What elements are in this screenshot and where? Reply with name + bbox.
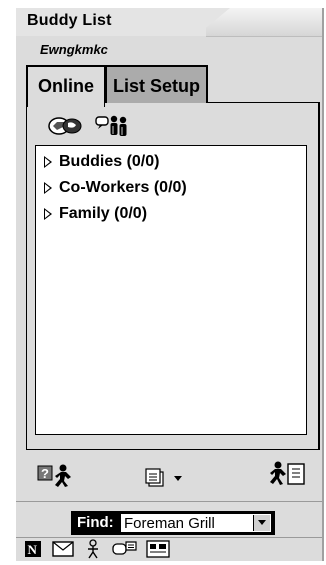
find-value: Foreman Grill	[124, 515, 215, 532]
expand-triangle-icon[interactable]	[44, 156, 52, 168]
group-label: Co-Workers (0/0)	[59, 179, 187, 196]
away-message-icon[interactable]	[266, 460, 308, 488]
window-title: Buddy List	[27, 12, 112, 29]
mail-icon[interactable]	[52, 541, 74, 557]
dropdown-arrow-icon[interactable]	[253, 515, 270, 531]
group-family[interactable]: Family (0/0)	[44, 202, 147, 226]
buddy-list-tree[interactable]: Buddies (0/0) Co-Workers (0/0) Family (0…	[35, 145, 307, 435]
group-buddies[interactable]: Buddies (0/0)	[44, 150, 159, 174]
title-tab-tail	[196, 8, 230, 36]
sign-on-icon[interactable]	[146, 540, 170, 558]
find-label: Find:	[77, 514, 114, 531]
buddy-icon[interactable]	[84, 539, 102, 559]
title-bar[interactable]: Buddy List	[16, 8, 322, 37]
expand-triangle-icon[interactable]	[44, 182, 52, 194]
svg-text:N: N	[28, 542, 38, 557]
expand-triangle-icon[interactable]	[44, 208, 52, 220]
tab-online[interactable]: Online	[26, 65, 105, 107]
setup-menu-icon[interactable]	[144, 466, 188, 490]
find-bar: Find: Foreman Grill	[71, 511, 275, 535]
divider	[16, 501, 322, 502]
group-label: Family (0/0)	[59, 205, 148, 222]
chat-room-icon[interactable]	[47, 115, 85, 137]
people-connection-icon[interactable]	[112, 539, 138, 559]
buddy-chat-icon[interactable]	[94, 113, 132, 139]
bottom-toolbar: ?	[16, 452, 322, 498]
footer-toolbar: N	[24, 539, 314, 559]
tab-list-setup[interactable]: List Setup	[105, 65, 208, 103]
tab-online-label: Online	[37, 76, 94, 96]
tab-list-setup-label: List Setup	[112, 76, 200, 96]
screen-name: Ewngkmkc	[40, 42, 108, 57]
svg-text:?: ?	[41, 466, 49, 481]
group-label: Buddies (0/0)	[59, 153, 160, 170]
group-co-workers[interactable]: Co-Workers (0/0)	[44, 176, 187, 200]
buddy-list-window: Buddy List Ewngkmkc Online List Setup Bu…	[16, 8, 324, 561]
get-info-icon[interactable]: ?	[36, 462, 76, 488]
news-icon[interactable]: N	[24, 540, 42, 558]
online-toolbar	[27, 103, 318, 145]
find-dropdown[interactable]: Foreman Grill	[120, 513, 272, 533]
divider	[16, 537, 322, 538]
online-panel: Buddies (0/0) Co-Workers (0/0) Family (0…	[26, 102, 320, 450]
